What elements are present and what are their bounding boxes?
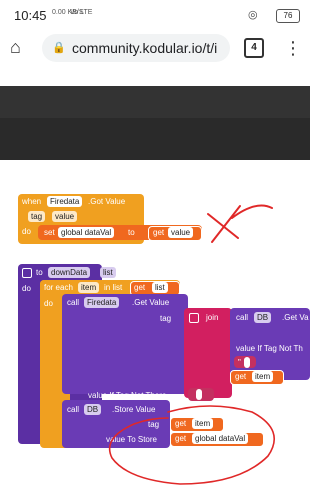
annotation-marks [108, 204, 275, 485]
